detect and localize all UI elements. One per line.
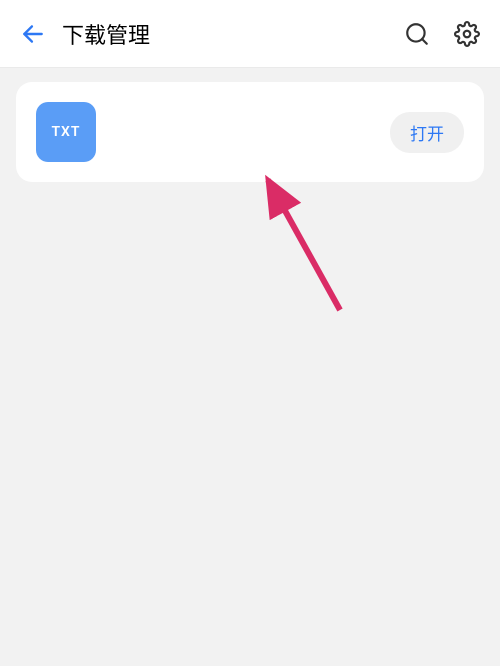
open-button[interactable]: 打开 [390,112,464,153]
gear-icon [454,21,480,47]
back-arrow-icon [20,21,46,47]
page-title: 下载管理 [62,18,400,50]
download-item[interactable]: TXT 打开 [16,82,484,182]
header-actions [400,17,484,51]
back-button[interactable] [16,17,50,51]
search-button[interactable] [400,17,434,51]
content-area: TXT 打开 [0,68,500,196]
search-icon [404,21,430,47]
header: 下载管理 [0,0,500,68]
settings-button[interactable] [450,17,484,51]
file-type-label: TXT [51,124,80,140]
file-type-icon: TXT [36,102,96,162]
